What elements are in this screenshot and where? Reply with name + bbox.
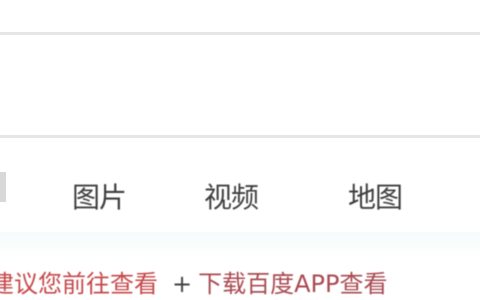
footer-link-left[interactable]: 建议您前往查看 [0,268,158,300]
tab-maps[interactable]: 地图 [348,178,403,218]
tab-partial-left[interactable] [0,172,6,202]
plus-icon: + [172,270,193,298]
footer-link-right-label: 下载百度APP查看 [198,270,388,298]
browser-viewport: 图片 视频 地图 建议您前往查看 + 下载百度APP查看 [0,0,480,300]
top-bar [0,0,480,32]
tab-images[interactable]: 图片 [72,178,127,218]
footer-link-right[interactable]: + 下载百度APP查看 [172,268,387,300]
tab-videos[interactable]: 视频 [204,178,259,218]
search-input[interactable] [0,32,480,138]
